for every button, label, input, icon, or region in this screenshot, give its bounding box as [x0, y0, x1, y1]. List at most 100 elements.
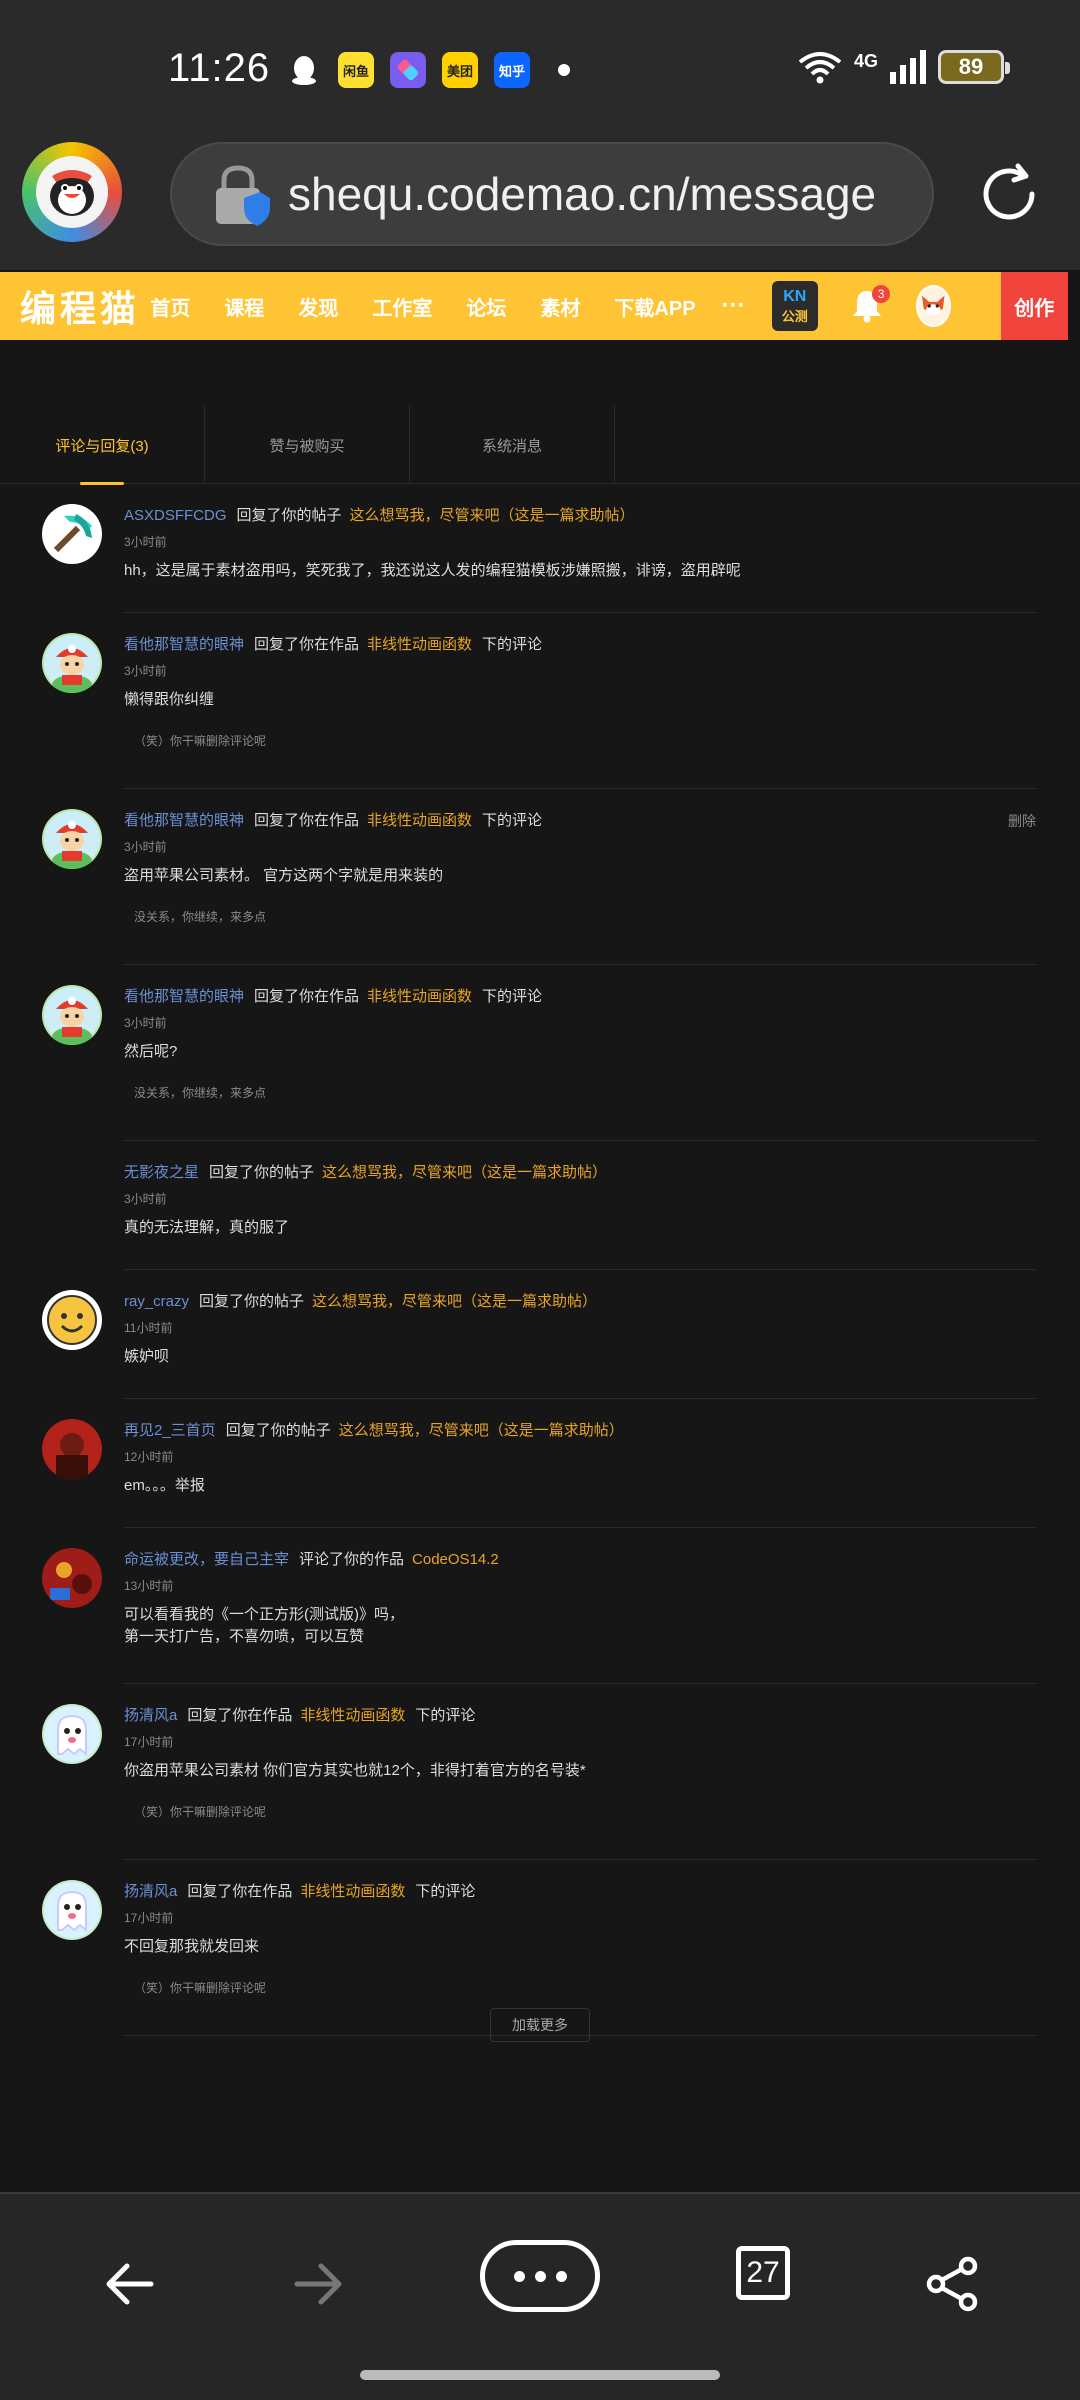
- message-time: 3小时前: [124, 535, 167, 549]
- kn-label: KN: [783, 287, 807, 305]
- message-target-link[interactable]: 非线性动画函数: [367, 988, 472, 1005]
- status-clock: 11:26: [168, 46, 271, 90]
- message-suffix: 下的评论: [415, 1707, 476, 1724]
- message-username[interactable]: 无影夜之星: [124, 1164, 199, 1181]
- message-target-link[interactable]: 非线性动画函数: [300, 1883, 405, 1900]
- nav-more-button[interactable]: ···: [722, 292, 746, 320]
- tabs-button[interactable]: 27: [736, 2246, 790, 2300]
- message-username[interactable]: 看他那智慧的眼神: [124, 988, 244, 1005]
- message-item: 再见2_三首页 回复了你的帖子 这么想骂我，尽管来吧（这是一篇求助帖） 12小时前 em…: [42, 1399, 1036, 1528]
- message-text: 你盗用苹果公司素材 你们官方其实也就12个，非得打着官方的名号装*: [124, 1762, 586, 1779]
- codemao-nav: 首页 课程 发现 工作室 论坛 素材 下载APP: [150, 292, 729, 321]
- menu-dot-icon: [513, 2270, 525, 2282]
- message-text: em。。。举报: [124, 1477, 205, 1494]
- delete-button[interactable]: 删除: [1008, 811, 1036, 831]
- arrow-right-icon: [294, 2263, 342, 2305]
- kn-beta-button[interactable]: KN 公测: [771, 281, 819, 331]
- nav-download-app[interactable]: 下载APP: [614, 292, 695, 321]
- message-header: 再见2_三首页 回复了你的帖子 这么想骂我，尽管来吧（这是一篇求助帖）: [124, 1421, 1036, 1441]
- user-avatar[interactable]: [42, 1880, 102, 1940]
- nav-forum[interactable]: 论坛: [466, 292, 506, 321]
- message-time: 12小时前: [124, 1450, 174, 1464]
- user-avatar[interactable]: [42, 985, 102, 1045]
- nav-assets[interactable]: 素材: [540, 292, 580, 321]
- tab-comments-replies[interactable]: 评论与回复(3): [0, 406, 205, 485]
- message-time: 17小时前: [124, 1735, 174, 1749]
- message-time: 3小时前: [124, 840, 167, 854]
- share-button[interactable]: [912, 2244, 992, 2324]
- menu-button[interactable]: [480, 2240, 600, 2312]
- nav-studio[interactable]: 工作室: [372, 292, 432, 321]
- user-avatar[interactable]: [916, 285, 951, 327]
- message-username[interactable]: ray_crazy: [124, 1293, 189, 1310]
- message-action: 回复了你在作品: [187, 1707, 293, 1724]
- message-text: 嫉妒呗: [124, 1348, 170, 1365]
- create-button[interactable]: 创作: [1000, 272, 1068, 340]
- message-action: 评论了你的作品: [299, 1551, 405, 1568]
- user-avatar[interactable]: [42, 1548, 102, 1608]
- nav-discover[interactable]: 发现: [298, 292, 338, 321]
- message-item: 扬清风a 回复了你在作品 非线性动画函数 下的评论 17小时前你盗用苹果公司素材 你们官…: [42, 1684, 1036, 1860]
- notification-bell-button[interactable]: 3: [852, 285, 891, 323]
- status-bar: 11:26 闲鱼 美团 知乎 4G 89: [0, 0, 1080, 140]
- message-target-link[interactable]: 非线性动画函数: [300, 1707, 405, 1724]
- menu-dot-icon: [555, 2270, 567, 2282]
- quoted-comment: （笑）你干嘛删除评论呢: [134, 1981, 267, 1995]
- message-header: 看他那智慧的眼神 回复了你在作品 非线性动画函数 下的评论: [124, 811, 1036, 831]
- message-target-link[interactable]: 这么想骂我，尽管来吧（这是一篇求助帖）: [322, 1164, 607, 1181]
- message-suffix: 下的评论: [482, 636, 543, 653]
- load-more-button[interactable]: 加载更多: [490, 2008, 590, 2042]
- message-target-link[interactable]: 这么想骂我，尽管来吧（这是一篇求助帖）: [339, 1422, 624, 1439]
- message-username[interactable]: 看他那智慧的眼神: [124, 812, 244, 829]
- reload-button[interactable]: [974, 160, 1044, 230]
- nav-home[interactable]: 首页: [150, 292, 190, 321]
- message-username[interactable]: 再见2_三首页: [124, 1422, 216, 1439]
- message-text: 可以看看我的《一个正方形(测试版)》吗， 第一天打广告，不喜勿喷，可以互赞: [124, 1606, 404, 1645]
- message-text: 懒得跟你纠缠: [124, 691, 215, 708]
- message-username[interactable]: 看他那智慧的眼神: [124, 636, 244, 653]
- message-username[interactable]: 命运被更改，要自己主宰: [124, 1551, 289, 1568]
- xianyu-icon: 闲鱼: [338, 52, 374, 88]
- user-avatar[interactable]: [42, 504, 102, 564]
- user-avatar[interactable]: [42, 633, 102, 693]
- message-header: ASXDSFFCDG 回复了你的帖子 这么想骂我，尽管来吧（这是一篇求助帖）: [124, 506, 1036, 526]
- user-avatar[interactable]: [42, 1419, 102, 1479]
- message-text: 盗用苹果公司素材。 官方这两个字就是用来装的: [124, 867, 444, 884]
- back-button[interactable]: [90, 2244, 170, 2324]
- codemao-header: 编程猫 首页 课程 发现 工作室 论坛 素材 下载APP ··· KN 公测 3…: [0, 272, 1068, 340]
- share-icon: [926, 2256, 978, 2312]
- message-target-link[interactable]: 非线性动画函数: [367, 636, 472, 653]
- user-avatar[interactable]: [42, 1290, 102, 1350]
- home-indicator[interactable]: [360, 2370, 720, 2380]
- forward-button[interactable]: [278, 2244, 358, 2324]
- network-type: 4G: [853, 50, 878, 71]
- tab-system-messages[interactable]: 系统消息: [410, 406, 615, 484]
- message-action: 回复了你的帖子: [199, 1293, 305, 1310]
- tab-likes-purchases[interactable]: 赞与被购买: [205, 406, 410, 484]
- message-time: 3小时前: [124, 1192, 167, 1206]
- site-logo[interactable]: [22, 142, 122, 242]
- message-username[interactable]: ASXDSFFCDG: [124, 507, 227, 524]
- quoted-comment: （笑）你干嘛删除评论呢: [134, 734, 267, 748]
- message-action: 回复了你在作品: [254, 636, 360, 653]
- message-page: 评论与回复(3) 赞与被购买 系统消息 ASXDSFFCDG 回复了你的帖子 这么想…: [0, 340, 1080, 2192]
- message-target-link[interactable]: 非线性动画函数: [367, 812, 472, 829]
- message-username[interactable]: 扬清风a: [124, 1883, 177, 1900]
- url-bar[interactable]: shequ.codemao.cn/message: [170, 142, 934, 246]
- meituan-icon: 美团: [442, 52, 478, 88]
- quoted-comment: 没关系，你继续，来多点: [134, 1086, 267, 1100]
- wifi-icon: [798, 52, 842, 84]
- user-avatar[interactable]: [42, 1704, 102, 1764]
- nav-courses[interactable]: 课程: [224, 292, 264, 321]
- message-target-link[interactable]: CodeOS14.2: [412, 1551, 499, 1568]
- more-notifications-dot: [558, 64, 570, 76]
- message-username[interactable]: 扬清风a: [124, 1707, 177, 1724]
- message-target-link[interactable]: 这么想骂我，尽管来吧（这是一篇求助帖）: [350, 507, 635, 524]
- message-time: 3小时前: [124, 1016, 167, 1030]
- codemao-logo[interactable]: 编程猫: [20, 280, 140, 332]
- user-avatar[interactable]: [42, 809, 102, 869]
- message-target-link[interactable]: 这么想骂我，尽管来吧（这是一篇求助帖）: [312, 1293, 597, 1310]
- notification-app-icons: 闲鱼 美团 知乎: [286, 52, 570, 88]
- message-action: 回复了你的帖子: [209, 1164, 315, 1181]
- message-list: ASXDSFFCDG 回复了你的帖子 这么想骂我，尽管来吧（这是一篇求助帖） 3小时前…: [0, 484, 1080, 2036]
